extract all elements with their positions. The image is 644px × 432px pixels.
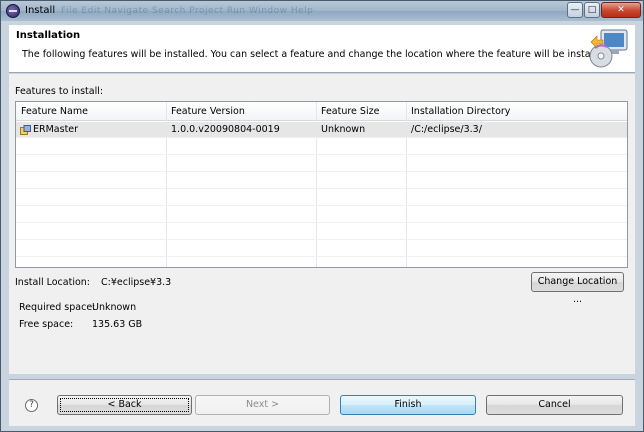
empty-table-row [16,241,627,257]
back-button[interactable]: < Back [57,395,192,415]
column-header-installation-directory[interactable]: Installation Directory [411,106,510,117]
free-space-label: Free space: [19,319,74,330]
window-title: Install [25,5,56,16]
empty-table-row [16,139,627,155]
installation-directory-cell: /C:/eclipse/3.3/ [411,124,482,135]
table-row[interactable]: ERMaster 1.0.0.v20090804-0019 Unknown /C… [16,122,627,138]
wizard-banner: Installation The following features will… [9,25,635,73]
table-header: Feature Name Feature Version Feature Siz… [16,102,627,121]
install-location-value: C:¥eclipse¥3.3 [101,277,172,288]
column-header-feature-name[interactable]: Feature Name [21,106,88,117]
maximize-button[interactable]: □ [584,2,600,18]
features-table[interactable]: Feature Name Feature Version Feature Siz… [15,101,628,268]
column-header-feature-version[interactable]: Feature Version [171,106,245,117]
free-space-value: 135.63 GB [92,319,143,330]
help-icon[interactable]: ? [25,399,38,412]
finish-button[interactable]: Finish [340,395,476,415]
page-description: The following features will be installed… [22,49,611,60]
feature-plugin-icon [20,125,31,135]
feature-name-cell: ERMaster [33,124,79,135]
eclipse-icon [6,4,20,18]
empty-table-row [16,224,627,240]
install-dialog: Install File Edit Navigate Search Projec… [0,0,644,432]
feature-size-cell: Unknown [321,124,366,135]
empty-table-row [16,190,627,206]
column-header-feature-size[interactable]: Feature Size [321,106,379,117]
empty-table-row [16,258,627,267]
title-bar[interactable]: Install File Edit Navigate Search Projec… [1,1,643,21]
empty-table-row [16,156,627,172]
cancel-button[interactable]: Cancel [486,395,623,415]
background-menu-ghost: File Edit Navigate Search Project Run Wi… [61,6,314,16]
next-button[interactable]: Next > [195,395,330,415]
required-space-value: Unknown [92,302,137,313]
minimize-button[interactable]: — [567,2,583,18]
page-title: Installation [16,30,81,41]
features-label: Features to install: [15,86,104,97]
install-wizard-icon [589,29,628,68]
install-location-label: Install Location: [15,277,90,288]
change-location-button[interactable]: Change Location ... [531,272,624,305]
close-button[interactable]: ✕ [601,2,641,18]
feature-version-cell: 1.0.0.v20090804-0019 [171,124,280,135]
empty-table-row [16,207,627,223]
empty-table-row [16,173,627,189]
required-space-label: Required space: [19,302,96,313]
